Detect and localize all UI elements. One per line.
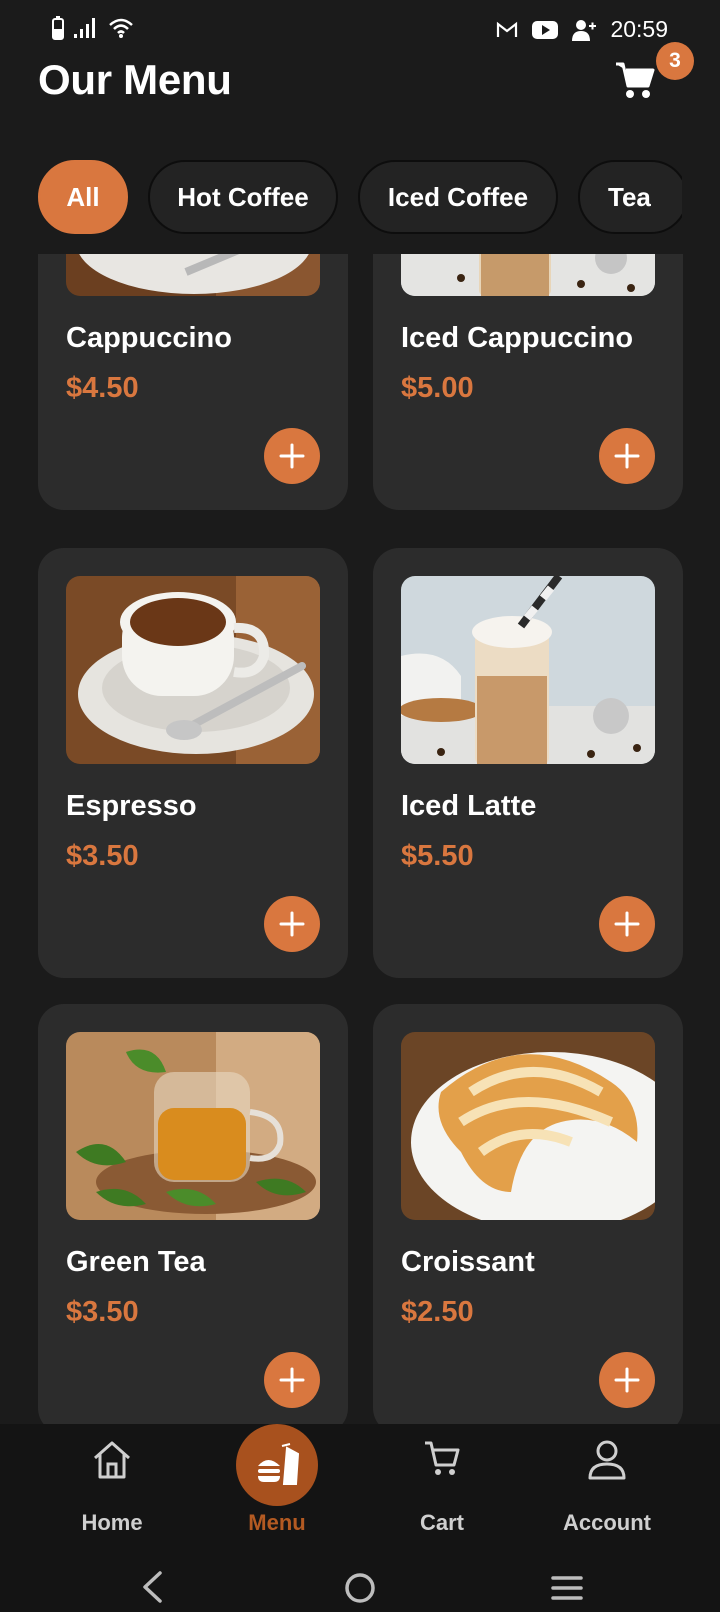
nav-home-label: Home [81, 1510, 143, 1535]
nav-menu-label: Menu [248, 1510, 306, 1535]
add-to-cart-button[interactable] [599, 1352, 655, 1408]
product-image [66, 576, 320, 764]
product-name: Croissant [401, 1246, 535, 1278]
product-image [66, 254, 320, 296]
product-image [66, 1032, 320, 1220]
product-image [401, 254, 655, 296]
user-add-icon [572, 19, 597, 41]
chip-tea[interactable]: Tea [578, 160, 682, 234]
chip-all[interactable]: All [38, 160, 128, 234]
add-to-cart-button[interactable] [599, 896, 655, 952]
status-time: 20:59 [610, 16, 668, 42]
product-name: Iced Latte [401, 790, 537, 822]
product-image [401, 576, 655, 764]
add-to-cart-button[interactable] [264, 1352, 320, 1408]
status-left [52, 16, 134, 40]
product-name: Iced Cappuccino [401, 322, 634, 354]
battery-icon [52, 16, 64, 40]
product-price: $4.50 [66, 372, 139, 404]
product-card[interactable]: Green Tea $3.50 [38, 1004, 348, 1424]
add-to-cart-button[interactable] [264, 428, 320, 484]
system-nav-bar [0, 1540, 720, 1610]
plus-icon [614, 1367, 640, 1393]
back-icon[interactable] [140, 1570, 164, 1604]
product-price: $5.00 [401, 372, 474, 404]
cart-icon [616, 62, 655, 98]
signal-icon [74, 18, 95, 38]
product-image [401, 1032, 655, 1220]
product-card[interactable]: Iced Cappuccino $5.00 [373, 254, 683, 510]
iced-coffee-image [401, 254, 655, 296]
product-card[interactable]: Cappuccino $4.50 [38, 254, 348, 510]
coffee-cup-image [66, 254, 320, 296]
user-icon [588, 1440, 626, 1480]
chip-iced-coffee[interactable]: Iced Coffee [358, 160, 558, 234]
croissant-image [401, 1032, 655, 1220]
add-to-cart-button[interactable] [599, 428, 655, 484]
product-name: Espresso [66, 790, 197, 822]
header: Our Menu 3 [38, 42, 694, 116]
page-title: Our Menu [38, 56, 232, 103]
iced-latte-image [401, 576, 655, 764]
espresso-image [66, 576, 320, 764]
nav-account-label: Account [563, 1510, 651, 1535]
product-price: $3.50 [66, 840, 139, 872]
home-icon [94, 1441, 130, 1479]
chip-hot-coffee[interactable]: Hot Coffee [148, 160, 338, 234]
youtube-icon [532, 20, 559, 39]
product-name: Green Tea [66, 1246, 206, 1278]
home-circle-icon[interactable] [344, 1572, 376, 1604]
add-to-cart-button[interactable] [264, 896, 320, 952]
product-name: Cappuccino [66, 322, 232, 354]
mail-icon [497, 21, 518, 37]
plus-icon [614, 443, 640, 469]
product-price: $5.50 [401, 840, 474, 872]
status-bar: 20:59 [0, 0, 720, 60]
plus-icon [614, 911, 640, 937]
plus-icon [279, 1367, 305, 1393]
product-card[interactable]: Iced Latte $5.50 [373, 548, 683, 978]
menu-active-indicator [236, 1424, 318, 1506]
product-price: $3.50 [66, 1296, 139, 1328]
recents-icon[interactable] [550, 1574, 584, 1602]
cart-icon [425, 1441, 460, 1475]
product-card[interactable]: Croissant $2.50 [373, 1004, 683, 1424]
cart-count-badge: 3 [656, 42, 694, 80]
product-card[interactable]: Espresso $3.50 [38, 548, 348, 978]
product-price: $2.50 [401, 1296, 474, 1328]
plus-icon [279, 911, 305, 937]
product-grid: Cappuccino $4.50 Iced Cappuccino $5.00 E… [0, 254, 720, 1424]
category-filter-bar: All Hot Coffee Iced Coffee Tea [38, 160, 682, 234]
plus-icon [279, 443, 305, 469]
green-tea-image [66, 1032, 320, 1220]
nav-cart-label: Cart [419, 1510, 464, 1535]
food-menu-icon [258, 1443, 300, 1485]
cart-button[interactable]: 3 [614, 42, 694, 110]
status-right: 20:59 [496, 16, 668, 43]
wifi-icon [109, 18, 133, 38]
